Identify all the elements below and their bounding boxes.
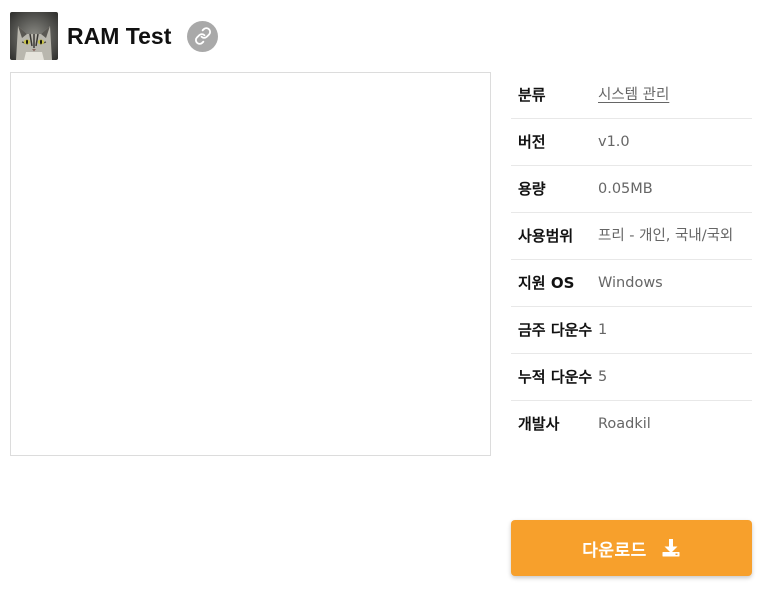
category-link[interactable]: 시스템 관리: [598, 83, 752, 107]
info-label: 개발사: [518, 415, 560, 433]
info-value: 프리 - 개인, 국내/국외: [598, 228, 734, 244]
info-label: 누적 다운수: [518, 368, 593, 386]
info-row-total-downloads: 누적 다운수 5: [511, 354, 752, 401]
screenshot-preview: [10, 72, 491, 456]
app-icon: [10, 12, 58, 60]
copy-link-button[interactable]: [187, 20, 219, 52]
info-label: 금주 다운수: [518, 321, 593, 339]
app-header: RAM Test: [10, 12, 219, 60]
info-label: 분류: [518, 86, 546, 104]
info-label: 버전: [518, 133, 546, 151]
info-value: 0.05MB: [598, 181, 653, 197]
info-value: Windows: [598, 275, 663, 291]
info-row-weekly-downloads: 금주 다운수 1: [511, 307, 752, 354]
info-value: 5: [598, 369, 608, 385]
info-row-category: 분류 시스템 관리: [511, 72, 752, 119]
info-label: 지원 OS: [518, 274, 575, 292]
download-icon: [661, 538, 681, 558]
info-row-license: 사용범위 프리 - 개인, 국내/국외: [511, 213, 752, 260]
info-label: 사용범위: [518, 227, 574, 245]
info-row-size: 용량 0.05MB: [511, 166, 752, 213]
info-label: 용량: [518, 180, 546, 198]
info-value: Roadkil: [598, 416, 651, 432]
info-table: 분류 시스템 관리 버전 v1.0 용량 0.05MB 사용범위 프리 - 개인…: [511, 72, 752, 448]
info-row-version: 버전 v1.0: [511, 119, 752, 166]
link-icon: [194, 27, 212, 45]
download-button[interactable]: 다운로드: [511, 520, 752, 576]
info-row-os: 지원 OS Windows: [511, 260, 752, 307]
info-value: v1.0: [598, 134, 630, 150]
app-title: RAM Test: [67, 22, 172, 49]
info-value: 1: [598, 322, 608, 338]
download-label: 다운로드: [582, 540, 647, 561]
info-row-developer: 개발사 Roadkil: [511, 401, 752, 448]
